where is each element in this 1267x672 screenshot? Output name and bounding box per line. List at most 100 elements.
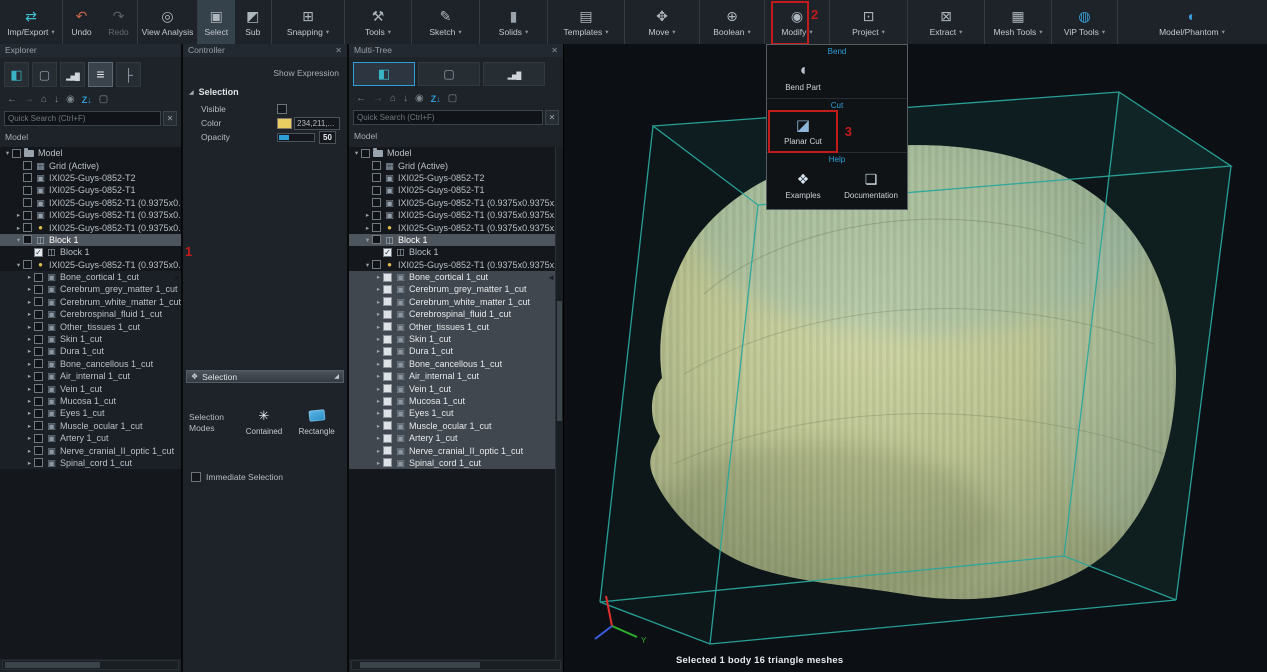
expander-icon[interactable]: ▸ (374, 347, 383, 355)
tree-item[interactable]: ▸Bone_cortical 1_cut◄ (349, 271, 556, 283)
toolbar-item-boolean[interactable]: Boolean▾ (700, 0, 764, 44)
tree-item[interactable]: ▸Cerebrum_grey_matter 1_cut (0, 283, 181, 295)
visibility-checkbox[interactable] (372, 173, 381, 182)
visibility-checkbox[interactable] (23, 223, 32, 232)
tree-item[interactable]: ▾IXI025-Guys-0852-T1 (0.9375x0.9375x1.25… (0, 259, 181, 271)
tree-item[interactable]: ▸Mucosa 1_cut (349, 395, 556, 407)
toolbar-item-solids[interactable]: Solids▾ (480, 0, 547, 44)
expander-icon[interactable]: ▸ (14, 211, 23, 219)
visibility-checkbox[interactable] (383, 384, 392, 393)
color-swatch[interactable] (277, 118, 292, 129)
visibility-checkbox[interactable] (23, 211, 32, 220)
tree-item[interactable]: ▸Artery 1_cut (349, 432, 556, 444)
toolbar-item-mesh-tools[interactable]: Mesh Tools▾ (985, 0, 1051, 44)
visibility-checkbox[interactable] (383, 409, 392, 418)
tree-item[interactable]: ▸Nerve_cranial_II_optic 1_cut (349, 444, 556, 456)
visibility-checkbox[interactable] (34, 322, 43, 331)
visibility-checkbox[interactable] (34, 384, 43, 393)
expander-icon[interactable]: ▸ (25, 273, 34, 281)
tree-item[interactable]: ▸Other_tissues 1_cut (349, 320, 556, 332)
expander-icon[interactable]: ▸ (25, 347, 34, 355)
visibility-icon[interactable]: ◉ (415, 93, 424, 104)
toolbar-item-redo[interactable]: Redo (100, 0, 137, 44)
clear-search-icon[interactable]: ✕ (545, 110, 559, 125)
tree-item[interactable]: ▸Muscle_ocular 1_cut (349, 420, 556, 432)
expander-icon[interactable]: ▸ (25, 434, 34, 442)
tree-item[interactable]: Grid (Active) (0, 159, 181, 171)
multi-select-icon[interactable]: ▢ (448, 93, 457, 104)
tree-item[interactable]: ▸Skin 1_cut (349, 333, 556, 345)
tree-item[interactable]: IXI025-Guys-0852-T1 (0.9375x0.9375x1.25) (349, 197, 556, 209)
visibility-checkbox[interactable] (34, 409, 43, 418)
horizontal-scrollbar[interactable] (2, 660, 179, 670)
tree-item[interactable]: ▸Other_tissues 1_cut (0, 320, 181, 332)
tree-item[interactable]: ▸Muscle_ocular 1_cut (0, 420, 181, 432)
expander-icon[interactable]: ▸ (25, 298, 34, 306)
visibility-checkbox[interactable] (372, 211, 381, 220)
visibility-checkbox[interactable] (383, 273, 392, 282)
visibility-checkbox[interactable] (383, 335, 392, 344)
tree-item[interactable]: ▸Air_internal 1_cut (0, 370, 181, 382)
visibility-checkbox[interactable] (383, 322, 392, 331)
toolbar-item-undo[interactable]: Undo (63, 0, 100, 44)
vertical-scrollbar[interactable] (555, 147, 563, 659)
visibility-checkbox[interactable] (34, 273, 43, 282)
visibility-checkbox[interactable] (34, 359, 43, 368)
tree-item[interactable]: ▾Model (0, 147, 181, 159)
view-tab-tree[interactable] (116, 62, 141, 87)
tree-item[interactable]: ▸Mucosa 1_cut (0, 395, 181, 407)
tree-item[interactable]: ▸Eyes 1_cut (0, 407, 181, 419)
expander-icon[interactable]: ▸ (374, 285, 383, 293)
tree-item[interactable]: ▸Cerebrospinal_fluid 1_cut (349, 308, 556, 320)
expander-icon[interactable]: ▸ (374, 434, 383, 442)
close-icon[interactable]: ✕ (335, 44, 342, 57)
visibility-checkbox[interactable] (372, 260, 381, 269)
tree-item[interactable]: ▸Cerebrum_grey_matter 1_cut (349, 283, 556, 295)
visibility-checkbox[interactable] (383, 434, 392, 443)
visibility-checkbox[interactable] (34, 458, 43, 467)
expander-icon[interactable]: ▸ (374, 459, 383, 467)
expander-icon[interactable]: ▸ (25, 447, 34, 455)
visibility-checkbox[interactable] (383, 359, 392, 368)
tree-item[interactable]: ▸Nerve_cranial_II_optic 1_cut (0, 444, 181, 456)
home-icon[interactable]: ⌂ (41, 94, 47, 105)
immediate-selection-checkbox[interactable] (191, 472, 201, 482)
tree-item[interactable]: ▸Skin 1_cut (0, 333, 181, 345)
visibility-checkbox[interactable]: ✓ (383, 248, 392, 257)
expander-icon[interactable]: ▸ (25, 310, 34, 318)
tree-item[interactable]: IXI025-Guys-0852-T1 (349, 184, 556, 196)
tree-item[interactable]: ✓Block 1 (0, 246, 181, 258)
toolbar-item-templates[interactable]: Templates▾ (548, 0, 624, 44)
toolbar-item-imp-export[interactable]: Imp/Export▾ (0, 0, 62, 44)
expander-icon[interactable]: ▸ (25, 323, 34, 331)
menu-item-examples[interactable]: Examples (770, 166, 836, 205)
search-input[interactable] (353, 110, 543, 125)
toolbar-item-move[interactable]: Move▾ (625, 0, 699, 44)
expander-icon[interactable]: ▸ (374, 273, 383, 281)
home-icon[interactable]: ⌂ (390, 93, 396, 104)
menu-item-documentation[interactable]: Documentation (838, 166, 904, 205)
visibility-checkbox[interactable] (383, 310, 392, 319)
tree-item[interactable]: ▾IXI025-Guys-0852-T1 (0.9375x0.9375x1.25… (349, 259, 556, 271)
expander-icon[interactable]: ▸ (374, 360, 383, 368)
toolbar-item-vip-tools[interactable]: ViP Tools▾ (1052, 0, 1117, 44)
visibility-checkbox[interactable] (23, 260, 32, 269)
visibility-checkbox[interactable] (383, 297, 392, 306)
visibility-checkbox[interactable] (34, 421, 43, 430)
forward-icon[interactable]: → (373, 93, 383, 104)
menu-item-planar-cut[interactable]: Planar Cut3 (770, 112, 836, 151)
tree-item[interactable]: ▸Cerebrum_white_matter 1_cut (349, 296, 556, 308)
tree-item[interactable]: ▸Spinal_cord 1_cut (0, 457, 181, 469)
expander-icon[interactable]: ▸ (374, 298, 383, 306)
expander-icon[interactable]: ▸ (25, 372, 34, 380)
tree-item[interactable]: IXI025-Guys-0852-T1 (0.9375x0.9375x1.25) (0, 197, 181, 209)
view-tab-list[interactable] (88, 62, 113, 87)
expander-icon[interactable]: ▸ (14, 224, 23, 232)
view-tab-bars[interactable] (60, 62, 85, 87)
expander-icon[interactable]: ▸ (25, 385, 34, 393)
tree-item[interactable]: ▸Bone_cancellous 1_cut (349, 358, 556, 370)
toolbar-item-snapping[interactable]: Snapping▾ (272, 0, 344, 44)
visibility-checkbox[interactable]: ✓ (34, 248, 43, 257)
tree-item[interactable]: ▸IXI025-Guys-0852-T1 (0.9375x0.9375x1.25… (349, 209, 556, 221)
expander-icon[interactable]: ▸ (25, 409, 34, 417)
